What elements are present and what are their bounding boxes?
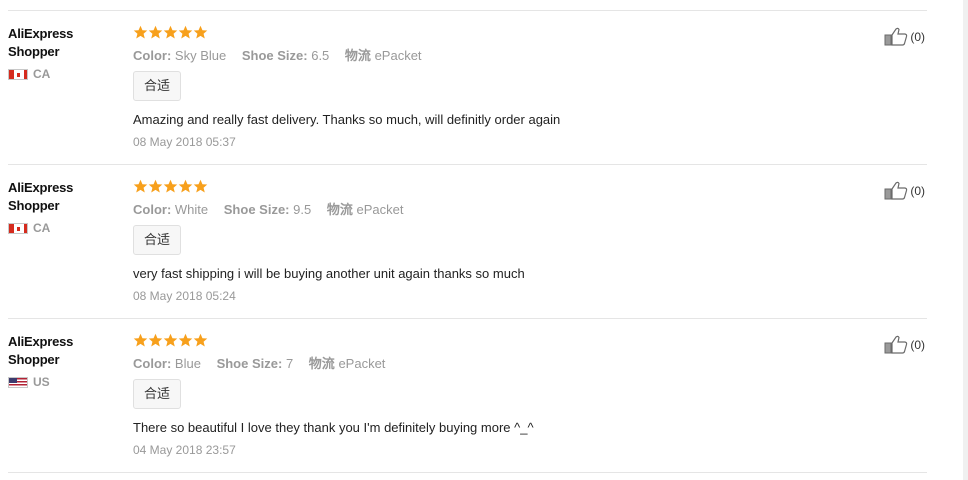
attribute-shoe-size: Shoe Size: 9.5 — [223, 202, 312, 217]
review-item: AliExpress Shopper CA Color: Sky Blue Sh… — [8, 11, 927, 165]
helpful-count: (0) — [910, 337, 925, 352]
reviewer-name: AliExpress Shopper — [8, 26, 74, 59]
thumbs-up-icon — [884, 27, 908, 46]
star-icon — [193, 25, 208, 39]
review-text: very fast shipping i will be buying anot… — [133, 266, 525, 281]
review-text: Amazing and really fast delivery. Thanks… — [133, 112, 561, 127]
review-attributes: Color: Blue Shoe Size: 7 物流 ePacket — [133, 355, 833, 373]
country-code: US — [33, 375, 50, 389]
star-icon — [148, 179, 163, 193]
review-tag: 合适 — [133, 225, 182, 255]
star-rating — [133, 333, 833, 349]
star-icon — [163, 179, 178, 193]
helpful-count: (0) — [910, 29, 925, 44]
review-attributes: Color: White Shoe Size: 9.5 物流 ePacket — [133, 201, 833, 219]
helpful-button[interactable]: (0) — [884, 335, 925, 354]
reviewer-info: AliExpress Shopper CA — [8, 25, 118, 81]
attribute-color: Color: Sky Blue — [133, 48, 227, 63]
attribute-logistics: 物流 ePacket — [326, 202, 404, 217]
review-body: Color: Blue Shoe Size: 7 物流 ePacket 合适 T… — [133, 333, 833, 459]
star-icon — [193, 179, 208, 193]
thumbs-up-icon — [884, 335, 908, 354]
review-tag: 合适 — [133, 379, 182, 409]
scrollbar[interactable] — [963, 0, 968, 480]
flag-canada-icon — [8, 68, 28, 80]
attribute-shoe-size: Shoe Size: 6.5 — [241, 48, 330, 63]
attribute-logistics: 物流 ePacket — [308, 356, 386, 371]
star-icon — [133, 25, 148, 39]
review-body: Color: Sky Blue Shoe Size: 6.5 物流 ePacke… — [133, 25, 833, 151]
star-rating — [133, 179, 833, 195]
reviewer-info: AliExpress Shopper CA — [8, 179, 118, 235]
review-item: AliExpress Shopper US Color: Blue Shoe S… — [8, 319, 927, 473]
star-icon — [133, 179, 148, 193]
helpful-button[interactable]: (0) — [884, 181, 925, 200]
helpful-button[interactable]: (0) — [884, 27, 925, 46]
review-list: AliExpress Shopper CA Color: Sky Blue Sh… — [8, 10, 927, 473]
review-date: 08 May 2018 05:37 — [133, 135, 236, 149]
reviewer-info: AliExpress Shopper US — [8, 333, 118, 389]
attribute-logistics: 物流 ePacket — [344, 48, 422, 63]
country-code: CA — [33, 221, 51, 235]
star-icon — [148, 25, 163, 39]
helpful-count: (0) — [910, 183, 925, 198]
attribute-color: Color: Blue — [133, 356, 201, 371]
reviewer-country: CA — [8, 221, 118, 235]
review-text: There so beautiful I love they thank you… — [133, 420, 534, 435]
review-item: AliExpress Shopper CA Color: White Shoe … — [8, 165, 927, 319]
reviewer-name: AliExpress Shopper — [8, 180, 74, 213]
flag-canada-icon — [8, 222, 28, 234]
review-body: Color: White Shoe Size: 9.5 物流 ePacket 合… — [133, 179, 833, 305]
star-icon — [133, 333, 148, 347]
reviewer-name: AliExpress Shopper — [8, 334, 74, 367]
thumbs-up-icon — [884, 181, 908, 200]
star-icon — [148, 333, 163, 347]
star-icon — [163, 333, 178, 347]
star-icon — [178, 333, 193, 347]
review-date: 04 May 2018 23:57 — [133, 443, 236, 457]
reviewer-country: US — [8, 375, 118, 389]
reviewer-country: CA — [8, 67, 118, 81]
country-code: CA — [33, 67, 51, 81]
star-icon — [163, 25, 178, 39]
star-icon — [178, 179, 193, 193]
star-icon — [193, 333, 208, 347]
review-tag: 合适 — [133, 71, 182, 101]
review-attributes: Color: Sky Blue Shoe Size: 6.5 物流 ePacke… — [133, 47, 833, 65]
attribute-color: Color: White — [133, 202, 209, 217]
review-date: 08 May 2018 05:24 — [133, 289, 236, 303]
attribute-shoe-size: Shoe Size: 7 — [216, 356, 294, 371]
flag-usa-icon — [8, 376, 28, 388]
star-icon — [178, 25, 193, 39]
star-rating — [133, 25, 833, 41]
